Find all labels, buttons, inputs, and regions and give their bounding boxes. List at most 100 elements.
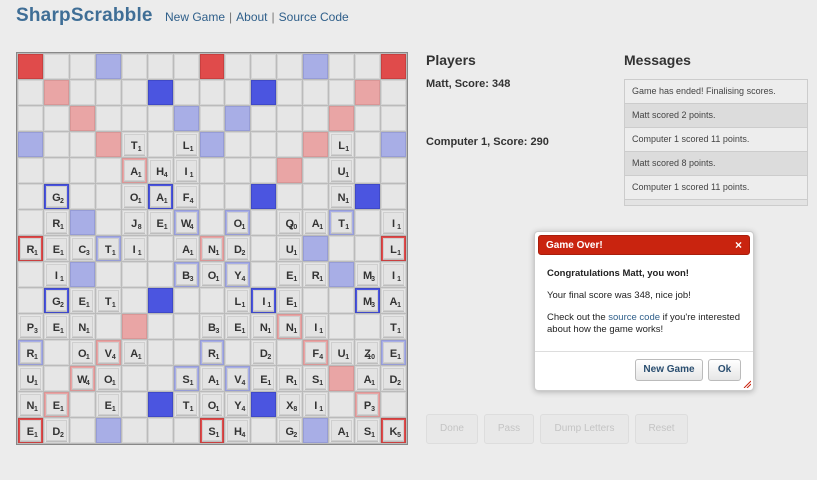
board-cell[interactable]: O1: [69, 340, 95, 365]
source-code-link[interactable]: source code: [608, 312, 660, 323]
board-cell[interactable]: [173, 288, 199, 313]
letter-tile[interactable]: A1: [357, 368, 379, 389]
board-cell[interactable]: [277, 80, 303, 105]
board-cell[interactable]: [69, 392, 95, 417]
board-cell[interactable]: Y4: [225, 392, 251, 417]
letter-tile[interactable]: U1: [331, 160, 353, 181]
board-cell[interactable]: [95, 106, 121, 131]
board-cell[interactable]: B3: [199, 314, 225, 339]
board-cell[interactable]: R1: [199, 340, 225, 365]
letter-tile[interactable]: L1: [227, 290, 249, 311]
letter-tile[interactable]: B3: [175, 264, 197, 285]
letter-tile[interactable]: G2: [45, 186, 67, 207]
board-cell[interactable]: R1: [277, 366, 303, 391]
board-cell[interactable]: [121, 288, 147, 313]
board-cell[interactable]: [69, 158, 95, 183]
board-cell[interactable]: H4: [147, 158, 173, 183]
board-cell[interactable]: [121, 54, 147, 79]
board-cell[interactable]: R1: [18, 236, 43, 261]
board-cell[interactable]: [147, 366, 173, 391]
board-cell[interactable]: S1: [303, 366, 329, 391]
board-cell[interactable]: [147, 392, 173, 417]
letter-tile[interactable]: R1: [279, 368, 301, 389]
nav-source-code-link[interactable]: Source Code: [279, 10, 349, 24]
board-cell[interactable]: [355, 80, 381, 105]
board-cell[interactable]: T1: [173, 392, 199, 417]
letter-tile[interactable]: E1: [97, 394, 119, 415]
board-cell[interactable]: L1: [173, 132, 199, 157]
board-cell[interactable]: I1: [251, 288, 277, 313]
letter-tile[interactable]: T1: [97, 290, 119, 311]
letter-tile[interactable]: T1: [97, 238, 119, 259]
reset-button[interactable]: Reset: [635, 414, 688, 444]
board-cell[interactable]: I1: [303, 392, 329, 417]
letter-tile[interactable]: E1: [383, 342, 404, 363]
board-cell[interactable]: T1: [329, 210, 355, 235]
board-cell[interactable]: [355, 314, 381, 339]
letter-tile[interactable]: O1: [227, 212, 249, 233]
board-cell[interactable]: E1: [43, 236, 69, 261]
board-cell[interactable]: [329, 392, 355, 417]
letter-tile[interactable]: E1: [279, 264, 301, 285]
board-cell[interactable]: [43, 106, 69, 131]
board-cell[interactable]: L1: [381, 236, 406, 261]
board-cell[interactable]: [225, 54, 251, 79]
board-cell[interactable]: I1: [173, 158, 199, 183]
letter-tile[interactable]: R1: [305, 264, 327, 285]
board-cell[interactable]: [18, 158, 43, 183]
board-cell[interactable]: [199, 288, 225, 313]
board-cell[interactable]: [147, 262, 173, 287]
board-cell[interactable]: E1: [251, 366, 277, 391]
board-cell[interactable]: A1: [381, 288, 406, 313]
letter-tile[interactable]: E1: [20, 420, 41, 441]
letter-tile[interactable]: O1: [97, 368, 119, 389]
letter-tile[interactable]: Y4: [227, 264, 249, 285]
nav-new-game-link[interactable]: New Game: [165, 10, 225, 24]
board-cell[interactable]: [199, 210, 225, 235]
board-cell[interactable]: [95, 158, 121, 183]
letter-tile[interactable]: O1: [201, 394, 223, 415]
board-cell[interactable]: O1: [225, 210, 251, 235]
board-cell[interactable]: W4: [173, 210, 199, 235]
letter-tile[interactable]: U1: [331, 342, 353, 363]
board-cell[interactable]: [225, 158, 251, 183]
letter-tile[interactable]: I1: [253, 290, 275, 311]
dump-letters-button[interactable]: Dump Letters: [540, 414, 629, 444]
nav-about-link[interactable]: About: [236, 10, 267, 24]
board-cell[interactable]: E1: [277, 262, 303, 287]
letter-tile[interactable]: V4: [227, 368, 249, 389]
board-cell[interactable]: O1: [121, 184, 147, 209]
letter-tile[interactable]: A1: [383, 290, 404, 311]
board-cell[interactable]: [277, 106, 303, 131]
board-cell[interactable]: [199, 54, 225, 79]
letter-tile[interactable]: V4: [97, 342, 119, 363]
letter-tile[interactable]: A1: [201, 368, 223, 389]
letter-tile[interactable]: L1: [331, 134, 353, 155]
board-cell[interactable]: [251, 262, 277, 287]
board-cell[interactable]: [95, 210, 121, 235]
letter-tile[interactable]: E1: [45, 316, 67, 337]
board-cell[interactable]: [225, 106, 251, 131]
board-cell[interactable]: [147, 288, 173, 313]
board-cell[interactable]: V4: [95, 340, 121, 365]
board-cell[interactable]: H4: [225, 418, 251, 443]
board-cell[interactable]: [18, 132, 43, 157]
board-cell[interactable]: [355, 184, 381, 209]
board-cell[interactable]: [69, 54, 95, 79]
letter-tile[interactable]: A1: [123, 160, 145, 181]
board-cell[interactable]: T1: [121, 132, 147, 157]
letter-tile[interactable]: I1: [123, 238, 145, 259]
letter-tile[interactable]: T1: [123, 134, 145, 155]
board-cell[interactable]: [43, 80, 69, 105]
board-cell[interactable]: A1: [147, 184, 173, 209]
board-cell[interactable]: I1: [381, 210, 406, 235]
board-cell[interactable]: [147, 106, 173, 131]
letter-tile[interactable]: M3: [357, 264, 379, 285]
board-cell[interactable]: [329, 288, 355, 313]
letter-tile[interactable]: N1: [279, 316, 301, 337]
board-cell[interactable]: G2: [43, 288, 69, 313]
letter-tile[interactable]: H4: [227, 420, 249, 441]
letter-tile[interactable]: L1: [175, 134, 197, 155]
board-cell[interactable]: [18, 106, 43, 131]
board-cell[interactable]: [43, 132, 69, 157]
